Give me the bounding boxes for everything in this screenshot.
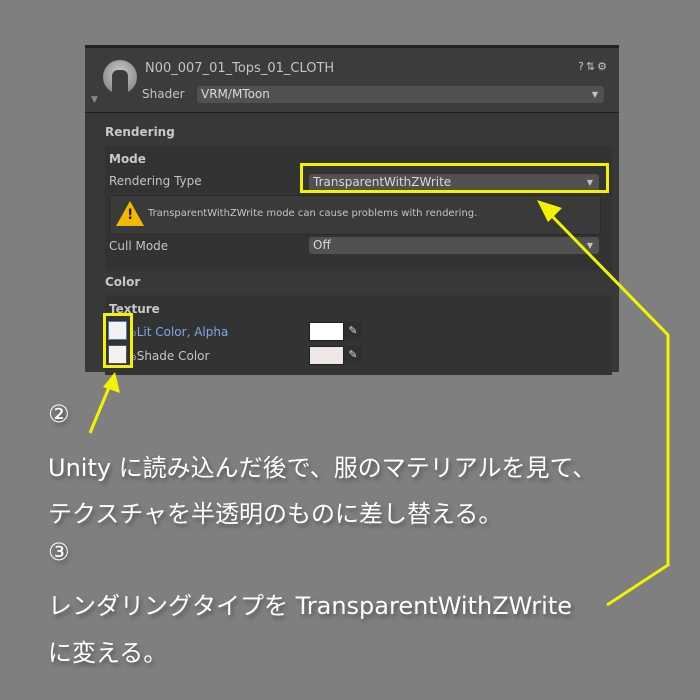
step3-line2: に変える。 bbox=[48, 639, 168, 667]
step3-line1: レンダリングタイプを TransparentWithZWrite bbox=[48, 592, 573, 620]
arrow-to-texture bbox=[88, 384, 112, 434]
step3-marker: ③ bbox=[48, 538, 70, 566]
arrowhead-icon bbox=[537, 200, 562, 222]
step2-line2: テクスチャを半透明のものに差し替える。 bbox=[48, 500, 503, 528]
arrowhead-icon bbox=[103, 372, 120, 393]
step2-line1: Unity に読み込んだ後で、服のマテリアルを見て、 bbox=[48, 454, 597, 482]
step2-marker: ② bbox=[48, 400, 70, 428]
arrow-to-rendering-type bbox=[546, 210, 670, 607]
